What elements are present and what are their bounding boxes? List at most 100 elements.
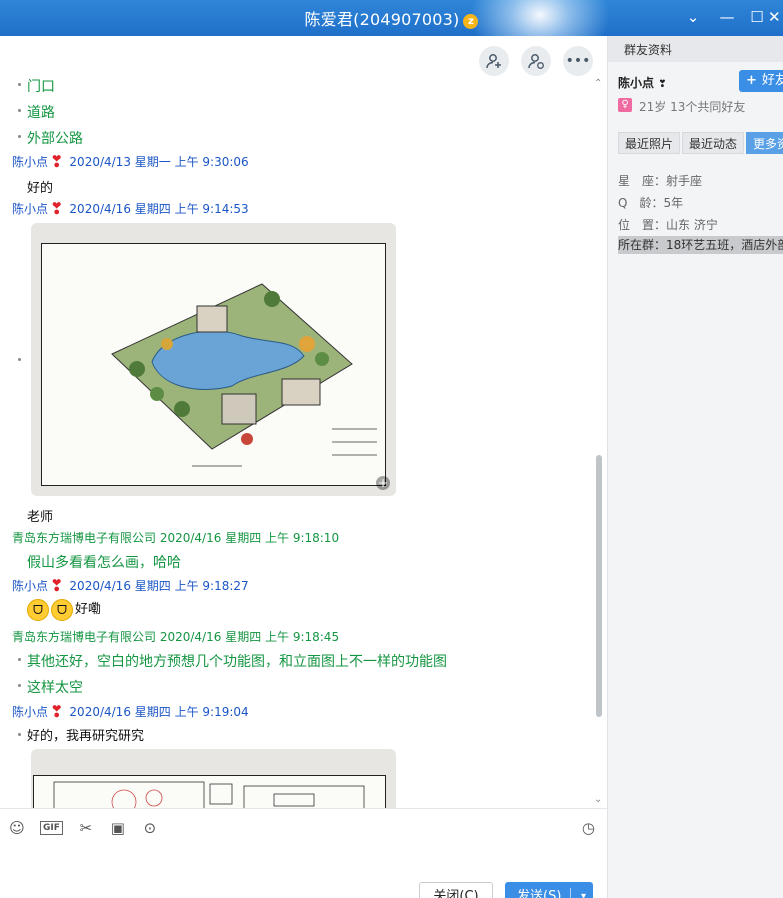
gif-icon[interactable]: GIF: [40, 821, 63, 835]
timestamp: 2020/4/16 星期四 上午 9:19:04: [69, 705, 249, 719]
bullet: [18, 684, 21, 687]
list-item-text: 道路: [27, 105, 55, 121]
vip-badge-icon: z: [463, 14, 479, 29]
send-label: 发送(S): [517, 889, 562, 898]
heart-icon: ❣: [50, 199, 64, 218]
list-item: 外部公路: [18, 128, 83, 148]
tab-more-info[interactable]: 更多资料: [746, 132, 783, 154]
message-text: ᗜ ᗜ 好嘞: [27, 598, 101, 621]
drawing-paper: [33, 775, 386, 808]
timestamp: 2020/4/13 星期一 上午 9:30:06: [69, 155, 249, 169]
message-text: 老师: [27, 510, 54, 525]
message-text: 好的: [27, 181, 54, 196]
maximize-button[interactable]: ☐: [746, 6, 768, 28]
member-profile-panel: 群友资料 陈小点 ❣ + 好友 ♀ 21岁 13个共同好友 最近照片 最近动态 更…: [607, 36, 783, 898]
profile-tabs: 最近照片 最近动态 更多资料: [618, 132, 783, 154]
add-friend-button[interactable]: + 好友: [739, 70, 783, 92]
info-zodiac: 星 座：射手座: [618, 174, 703, 188]
profile-summary: 21岁 13个共同好友: [639, 100, 746, 114]
list-item-text: 外部公路: [27, 131, 83, 147]
scroll-down-icon[interactable]: ⌄: [594, 794, 602, 805]
clock-icon[interactable]: ◷: [582, 819, 595, 837]
female-icon: ♀: [618, 98, 632, 112]
input-area[interactable]: ☺ GIF ✂ ▣ ⊙ ◷ 关闭(C) 发送(S) ▾: [0, 808, 607, 898]
sender-name[interactable]: 陈小点: [12, 579, 48, 593]
add-friend-label: 好友: [761, 73, 783, 88]
more-tools-icon[interactable]: ⊙: [141, 819, 159, 837]
message-text: 好的，我再研究研究: [27, 729, 145, 744]
landscape-drawing-image[interactable]: +: [31, 223, 396, 496]
input-toolbar: ☺ GIF ✂ ▣ ⊙: [8, 819, 159, 837]
chat-window: 陈爱君(204907003) z ⌄ — ☐ ✕ ••• 门口 道路 外部公路 陈…: [0, 0, 783, 898]
bullet: [18, 733, 21, 736]
message-header: 青岛东方瑞博电子有限公司 2020/4/16 星期四 上午 9:18:10: [12, 529, 339, 546]
chevron-down-icon[interactable]: ⌄: [682, 6, 704, 28]
list-item: 门口: [18, 76, 55, 96]
timestamp: 2020/4/16 星期四 上午 9:18:45: [159, 630, 340, 644]
scroll-up-icon[interactable]: ⌃: [594, 78, 602, 89]
scissors-icon[interactable]: ✂: [77, 819, 95, 837]
bullet: [18, 358, 21, 361]
laughing-emoji-icon: ᗜ: [27, 598, 49, 621]
sender-name[interactable]: 陈小点: [12, 155, 48, 169]
message-header: 青岛东方瑞博电子有限公司 2020/4/16 星期四 上午 9:18:45: [12, 628, 339, 645]
info-location: 位 置：山东 济宁: [618, 218, 718, 232]
timestamp: 2020/4/16 星期四 上午 9:14:53: [69, 202, 249, 216]
drawing-paper: [41, 243, 386, 486]
profile-name: 陈小点 ❣: [618, 74, 667, 91]
sender-name[interactable]: 陈小点: [12, 705, 48, 719]
drawing-sketch: [53, 781, 365, 808]
invite-member-icon[interactable]: [479, 46, 509, 76]
zoom-icon[interactable]: +: [376, 476, 390, 490]
info-groups: 所在群：18环艺五班，酒店外部: [618, 236, 783, 254]
image-icon[interactable]: ▣: [109, 819, 127, 837]
message-header: 陈小点 ❣ 2020/4/16 星期四 上午 9:18:27: [12, 576, 249, 595]
list-item-text: 门口: [27, 79, 55, 95]
bullet: [18, 658, 21, 661]
more-icon[interactable]: •••: [563, 46, 593, 76]
drawing-sketch: [111, 283, 377, 467]
timestamp: 2020/4/16 星期四 上午 9:18:27: [69, 579, 249, 593]
title-bar: 陈爱君(204907003) z ⌄ — ☐ ✕: [0, 0, 783, 36]
info-q-age: Q 龄：5年: [618, 196, 684, 210]
sender-name[interactable]: 青岛东方瑞博电子有限公司: [12, 630, 156, 644]
bullet: [18, 135, 21, 138]
minimize-button[interactable]: —: [716, 6, 738, 28]
profile-name-text: 陈小点: [618, 76, 655, 90]
message-header: 陈小点 ❣ 2020/4/13 星期一 上午 9:30:06: [12, 152, 249, 171]
list-item: 这样太空: [18, 677, 83, 697]
message-text: 假山多看看怎么画，哈哈: [27, 555, 181, 571]
divider: [570, 888, 571, 898]
bullet: [18, 83, 21, 86]
panel-header: 群友资料: [608, 36, 783, 62]
add-contact-icon[interactable]: [521, 46, 551, 76]
message-text-label: 好嘞: [75, 602, 102, 617]
chevron-down-icon[interactable]: ▾: [581, 882, 586, 898]
window-title-text: 陈爱君(204907003): [304, 10, 460, 29]
plus-icon: +: [746, 73, 757, 88]
heart-icon: ❣: [50, 152, 64, 171]
window-title: 陈爱君(204907003) z: [0, 6, 783, 30]
heart-icon: ❣: [50, 576, 64, 595]
laughing-emoji-icon: ᗜ: [51, 598, 73, 621]
chat-toolbar: •••: [479, 46, 593, 76]
tab-recent-activity[interactable]: 最近动态: [682, 132, 745, 154]
list-item: 道路: [18, 102, 55, 122]
list-item: 其他还好，空白的地方预想几个功能图，和立面图上不一样的功能图: [18, 651, 447, 671]
timestamp: 2020/4/16 星期四 上午 9:18:10: [159, 531, 340, 545]
scrollbar-thumb[interactable]: [596, 455, 602, 717]
close-window-button[interactable]: ✕: [768, 6, 783, 28]
message-area[interactable]: ••• 门口 道路 外部公路 陈小点 ❣ 2020/4/13 星期一 上午 9:30…: [0, 36, 607, 808]
send-button[interactable]: 发送(S) ▾: [505, 882, 593, 898]
emoji-icon[interactable]: ☺: [8, 819, 26, 837]
tab-recent-photos[interactable]: 最近照片: [618, 132, 681, 154]
list-item-text: 这样太空: [27, 680, 83, 696]
sender-name[interactable]: 青岛东方瑞博电子有限公司: [12, 531, 156, 545]
site-plan-image[interactable]: [31, 749, 396, 808]
heart-icon: ❣: [50, 702, 64, 721]
heart-icon: ❣: [658, 79, 667, 90]
close-button[interactable]: 关闭(C): [419, 882, 493, 898]
sender-name[interactable]: 陈小点: [12, 202, 48, 216]
message-header: 陈小点 ❣ 2020/4/16 星期四 上午 9:14:53: [12, 199, 249, 218]
message-header: 陈小点 ❣ 2020/4/16 星期四 上午 9:19:04: [12, 702, 249, 721]
